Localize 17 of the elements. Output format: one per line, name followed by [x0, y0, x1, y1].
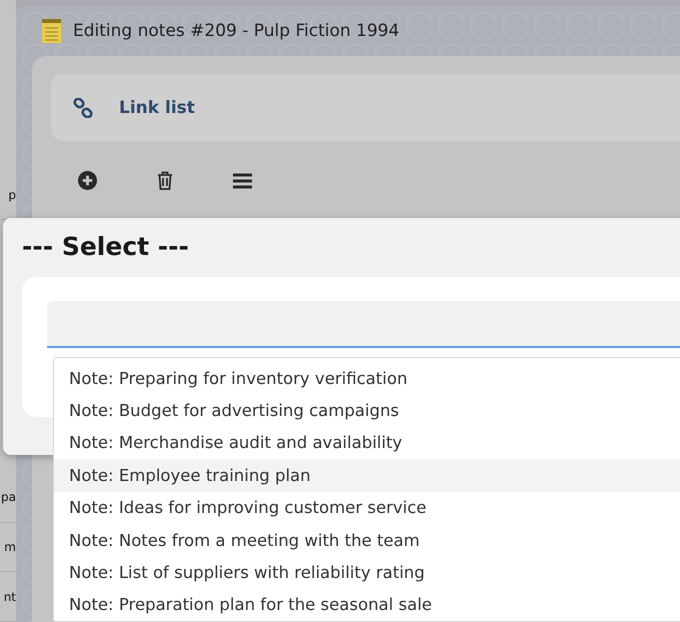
add-icon[interactable]: [78, 171, 97, 190]
section-title: Link list: [119, 98, 195, 118]
link-icon: [73, 98, 93, 118]
dropdown-option[interactable]: Note: Preparation plan for the seasonal sale: [54, 588, 680, 622]
window-title: Editing notes #209 - Pulp Fiction 1994: [73, 21, 400, 41]
dropdown-option[interactable]: Note: Preparing for inventory verification: [54, 362, 680, 394]
dropdown-option[interactable]: Note: Notes from a meeting with the team: [54, 524, 680, 556]
notepad-icon: [42, 19, 61, 43]
dropdown-option[interactable]: Note: Ideas for improving customer service: [54, 492, 680, 524]
dropdown-option[interactable]: Note: Employee training plan: [54, 459, 680, 492]
menu-icon[interactable]: [233, 172, 252, 188]
dialog-title: --- Select ---: [22, 232, 190, 261]
search-field[interactable]: [47, 301, 680, 348]
dropdown-option[interactable]: Note: Budget for advertising campaigns: [54, 394, 680, 427]
dropdown-option[interactable]: Note: List of suppliers with reliability rating: [54, 556, 680, 589]
trash-icon[interactable]: [157, 171, 173, 190]
dropdown-option[interactable]: Note: Merchandise audit and availability: [54, 426, 680, 460]
